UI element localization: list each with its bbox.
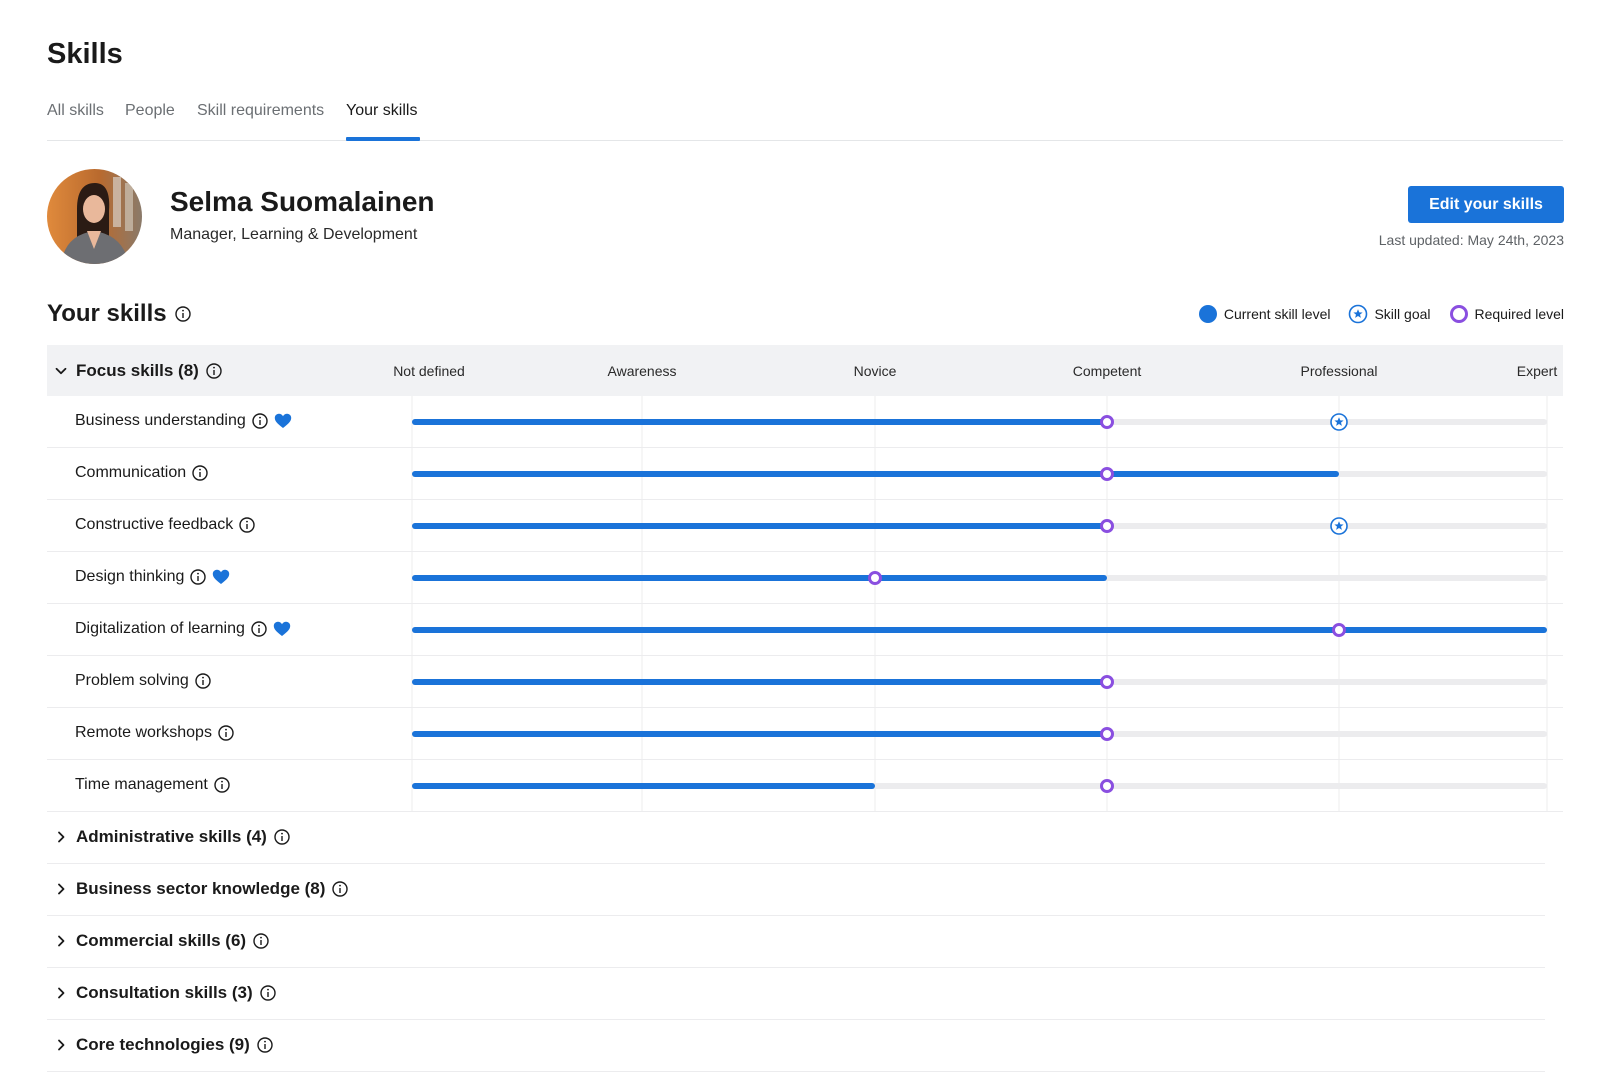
current-level-bar [412,419,1107,425]
legend-goal-label: Skill goal [1374,306,1431,322]
current-level-bar [412,627,1547,633]
tab-people[interactable]: People [125,102,175,120]
collapsed-group-row[interactable]: Consultation skills (3) [47,968,1545,1020]
info-icon[interactable] [174,306,191,322]
current-level-bar [412,523,1107,529]
required-level-marker [1100,727,1114,741]
required-level-marker [868,571,882,585]
collapsed-group-row[interactable]: Administrative skills (4) [47,812,1545,864]
chevron-right-icon[interactable] [53,881,69,897]
group-label: Administrative skills (4) [76,827,267,846]
info-icon[interactable] [332,881,349,897]
group-title[interactable]: Administrative skills (4) [53,827,290,847]
current-level-bar [412,731,1107,737]
info-icon[interactable] [257,1037,273,1053]
required-level-marker [1100,467,1114,481]
section-title: Your skills [47,300,191,328]
avatar [47,169,142,264]
group-title[interactable]: Consultation skills (3) [53,983,276,1003]
tab-your-skills[interactable]: Your skills [346,102,417,120]
required-level-marker [1100,779,1114,793]
edit-skills-button[interactable]: Edit your skills [1408,186,1564,223]
group-title[interactable]: Core technologies (9) [53,1035,273,1055]
chevron-right-icon[interactable] [53,829,69,845]
current-level-bar [412,679,1107,685]
profile-name: Selma Suomalainen [170,186,435,217]
section-title-text: Your skills [47,300,167,327]
group-label: Consultation skills (3) [76,983,253,1002]
group-title[interactable]: Business sector knowledge (8) [53,879,349,899]
group-label: Commercial skills (6) [76,931,247,950]
legend: Current skill level Skill goal Required … [1198,304,1564,324]
collapsed-group-row[interactable]: Commercial skills (6) [47,916,1545,968]
current-level-bar [412,471,1339,477]
tab-bar: All skills People Skill requirements You… [47,100,1563,141]
skills-chart-plot [411,396,1548,812]
required-level-marker [1332,623,1346,637]
required-level-marker [1100,415,1114,429]
tab-all-skills[interactable]: All skills [47,102,104,120]
current-level-bar [412,575,1107,581]
info-icon[interactable] [259,985,276,1001]
current-level-bar [412,783,875,789]
group-title[interactable]: Commercial skills (6) [53,931,269,951]
legend-required-label: Required level [1474,306,1565,322]
last-updated-text: Last updated: May 24th, 2023 [1378,232,1564,248]
page-title: Skills [47,38,123,70]
group-label: Core technologies (9) [76,1035,250,1054]
group-label: Business sector knowledge (8) [76,879,326,898]
active-tab-indicator [346,137,420,141]
legend-item-current: Current skill level [1198,304,1331,324]
legend-item-required: Required level [1449,304,1565,324]
current-level-icon [1198,305,1217,323]
chevron-right-icon[interactable] [53,985,69,1001]
collapsed-group-row[interactable]: Core technologies (9) [47,1020,1545,1072]
info-icon[interactable] [274,829,290,845]
profile-role: Manager, Learning & Development [170,226,418,243]
required-level-icon [1449,305,1468,323]
chevron-right-icon[interactable] [53,933,69,949]
chevron-right-icon[interactable] [53,1037,69,1053]
tab-skill-requirements[interactable]: Skill requirements [197,102,324,120]
info-icon[interactable] [253,933,269,949]
legend-current-label: Current skill level [1223,306,1331,322]
legend-item-goal: Skill goal [1348,304,1431,324]
collapsed-group-row[interactable]: Business sector knowledge (8) [47,864,1545,916]
skill-goal-icon [1349,304,1368,324]
required-level-marker [1100,675,1114,689]
required-level-marker [1100,519,1114,533]
